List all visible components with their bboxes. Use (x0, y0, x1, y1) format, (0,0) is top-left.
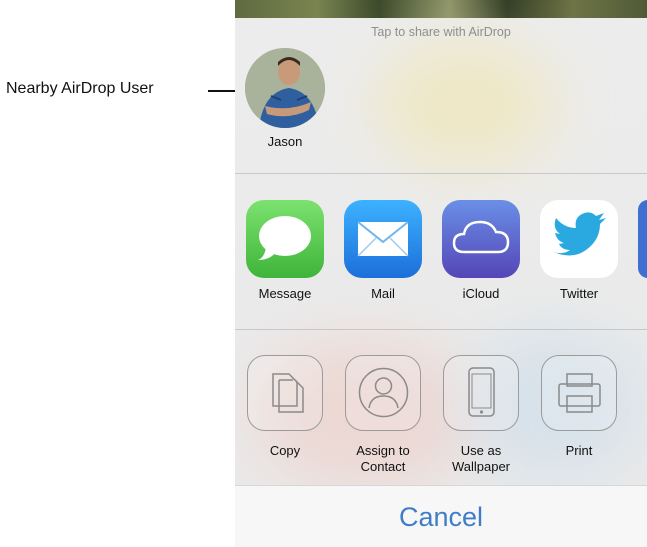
share-sheet: Tap to share with AirDrop Jason Message (235, 0, 647, 547)
airdrop-user-name: Jason (267, 134, 303, 149)
section-divider (235, 173, 647, 174)
share-app-twitter[interactable]: Twitter (534, 200, 624, 302)
share-actions-row: Copy Assign to Contact Use as Wallpaper … (235, 355, 647, 480)
section-divider (235, 329, 647, 330)
mail-icon (344, 200, 422, 278)
copy-icon (247, 355, 323, 431)
action-label: Assign to Contact (356, 443, 410, 474)
action-label: Copy (269, 443, 301, 458)
cancel-bar: Cancel (235, 485, 647, 547)
cancel-button[interactable]: Cancel (235, 486, 647, 547)
background-blur (375, 40, 555, 170)
action-use-as-wallpaper[interactable]: Use as Wallpaper (436, 355, 526, 475)
message-icon (246, 200, 324, 278)
share-app-label: Message (258, 286, 312, 301)
action-print[interactable]: Print (534, 355, 624, 459)
share-app-icloud[interactable]: iCloud (436, 200, 526, 302)
icloud-icon (442, 200, 520, 278)
share-app-label: Mail (371, 286, 395, 301)
action-label: Print (565, 443, 593, 458)
print-icon (541, 355, 617, 431)
airdrop-hint: Tap to share with AirDrop (371, 25, 511, 39)
airdrop-user-avatar[interactable] (245, 48, 325, 128)
action-assign-to-contact[interactable]: Assign to Contact (338, 355, 428, 475)
share-app-mail[interactable]: Mail (338, 200, 428, 302)
share-app-message[interactable]: Message (240, 200, 330, 302)
callout-label: Nearby AirDrop User (6, 80, 154, 97)
share-app-label: iCloud (462, 286, 500, 301)
twitter-icon (540, 200, 618, 278)
share-apps-row: Message Mail iCloud Twitter (235, 200, 647, 310)
person-photo-icon (245, 48, 325, 128)
action-label: Use as Wallpaper (451, 443, 511, 474)
background-photo-strip (235, 0, 647, 18)
action-copy[interactable]: Copy (240, 355, 330, 459)
wallpaper-icon (443, 355, 519, 431)
contact-icon (345, 355, 421, 431)
share-app-label: Twitter (559, 286, 599, 301)
partial-app-icon[interactable] (638, 200, 647, 278)
